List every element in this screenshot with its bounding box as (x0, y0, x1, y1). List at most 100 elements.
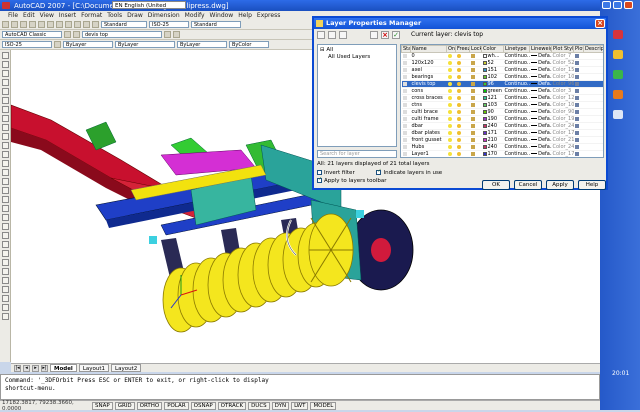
layer-row[interactable]: culti brace 90 Continuo... Defa...Color_90 (401, 108, 603, 116)
last-tab-icon[interactable]: ▸| (41, 364, 48, 372)
layer-description[interactable] (583, 150, 603, 157)
column-header-freeze[interactable]: Freeze (455, 45, 470, 53)
layer-row[interactable]: Hubs 240 Continuo... Defa...Color_240 (401, 143, 603, 151)
layer-linetype[interactable]: Continuo... (503, 115, 530, 123)
layer-linetype[interactable]: Continuo... (503, 59, 530, 67)
sun-icon[interactable] (455, 143, 470, 151)
print-icon[interactable] (29, 21, 36, 28)
layer-description[interactable] (583, 52, 603, 60)
layer-description[interactable] (583, 59, 603, 67)
status-toggle-ducs[interactable]: DUCS (248, 401, 270, 410)
lock-icon[interactable] (469, 115, 482, 123)
ellipse-icon[interactable] (1, 133, 9, 140)
apply-to-toolbar-box[interactable] (317, 176, 322, 183)
search-layer-input[interactable]: Search for layer (317, 150, 397, 158)
printer-icon[interactable] (573, 94, 584, 102)
lock-icon[interactable] (469, 87, 482, 95)
help-button[interactable]: Help (578, 180, 606, 190)
bulb-icon[interactable] (446, 129, 456, 137)
column-header-linetype[interactable]: Linetype (503, 45, 530, 53)
status-toggle-polar[interactable]: POLAR (164, 401, 189, 410)
layer-linetype[interactable]: Continuo... (503, 87, 530, 95)
layer-color[interactable]: 102 (481, 73, 504, 81)
status-toggle-lwt[interactable]: LWT (291, 401, 309, 410)
invert-filter-box[interactable] (317, 170, 322, 175)
linetype-combo[interactable]: ByLayer (115, 41, 175, 48)
language-indicator[interactable]: EN English (United Kingdom) (112, 1, 186, 17)
printer-icon[interactable] (573, 66, 584, 74)
mtext-icon[interactable] (1, 214, 9, 221)
menu-tools[interactable]: Tools (107, 12, 122, 19)
sun-icon[interactable] (455, 80, 470, 88)
new-group-filter-icon[interactable] (328, 30, 336, 39)
bulb-icon[interactable] (446, 115, 456, 123)
layer-lineweight[interactable]: Defa... (529, 87, 552, 95)
text-style-combo[interactable]: Standard (101, 21, 147, 28)
region-icon[interactable] (1, 196, 9, 203)
layer-name[interactable]: 0 (410, 52, 447, 60)
column-header-descripti[interactable]: Descripti (583, 45, 603, 53)
sun-icon[interactable] (455, 150, 470, 157)
layer-name[interactable]: bearings (410, 73, 447, 81)
layer-lineweight[interactable]: Defa... (529, 80, 552, 88)
sun-icon[interactable] (455, 108, 470, 116)
layer-name[interactable]: clevis top (410, 80, 447, 88)
layer-row[interactable]: dbar 240 Continuo... Defa...Color_240 (401, 122, 603, 130)
printer-icon[interactable] (573, 73, 584, 81)
status-toggle-ortho[interactable]: ORTHO (136, 401, 163, 410)
xline-icon[interactable] (1, 61, 9, 68)
layer-name[interactable]: ctns (410, 101, 447, 109)
layer-lineweight[interactable]: Defa... (529, 150, 552, 157)
menu-express[interactable]: Express (257, 12, 280, 19)
bulb-icon[interactable] (446, 94, 456, 102)
layer-description[interactable] (583, 143, 603, 151)
column-header-lock[interactable]: Lock (469, 45, 482, 53)
lock-icon[interactable] (469, 73, 482, 81)
column-header-color[interactable]: Color (481, 45, 504, 53)
layer-states-icon[interactable] (339, 30, 347, 39)
layer-lineweight[interactable]: Defa... (529, 66, 552, 74)
table-style-combo[interactable]: Standard (191, 21, 241, 28)
layer-color[interactable]: green (481, 87, 504, 95)
delete-layer-icon[interactable]: × (381, 30, 389, 39)
sun-icon[interactable] (455, 73, 470, 81)
plot-style-combo[interactable]: ByColor (229, 41, 269, 48)
layer-lineweight[interactable]: Defa... (529, 136, 552, 144)
undo-icon[interactable] (65, 21, 72, 28)
bulb-icon[interactable] (446, 52, 456, 60)
move-icon[interactable] (1, 223, 9, 230)
printer-icon[interactable] (573, 136, 584, 144)
layer-color[interactable]: 151 (481, 66, 504, 74)
autocad-taskbar-icon[interactable] (613, 30, 623, 39)
layer-color[interactable]: 240 (481, 122, 504, 130)
lock-icon[interactable] (469, 66, 482, 74)
restore-button[interactable] (613, 1, 622, 9)
lock-icon[interactable] (469, 80, 482, 88)
layer-row[interactable]: culti frame 190 Continuo... Defa...Color_1… (401, 115, 603, 123)
color-combo[interactable]: ByLayer (63, 41, 113, 48)
point-icon[interactable] (1, 169, 9, 176)
status-toggle-snap[interactable]: SNAP (92, 401, 113, 410)
apply-button[interactable]: Apply (546, 180, 574, 190)
layer-lineweight[interactable]: Defa... (529, 143, 552, 151)
lock-icon[interactable] (469, 129, 482, 137)
layer-linetype[interactable]: Continuo... (503, 94, 530, 102)
bulb-icon[interactable] (446, 101, 456, 109)
layer-row[interactable]: cons greenContinuo... Defa...Color_3 (401, 87, 603, 95)
copy-icon[interactable] (1, 232, 9, 239)
new-layer-icon[interactable] (370, 30, 378, 39)
make-block-icon[interactable] (1, 160, 9, 167)
status-toggle-osnap[interactable]: OSNAP (190, 401, 216, 410)
dialog-close-icon[interactable]: × (595, 19, 605, 28)
workspace-combo[interactable]: AutoCAD Classic (2, 31, 62, 38)
layer-color[interactable]: 171 (481, 129, 504, 137)
tab-layout1[interactable]: Layout1 (78, 364, 110, 372)
next-tab-icon[interactable]: ▸ (32, 364, 39, 372)
menu-dimension[interactable]: Dimension (148, 12, 180, 19)
column-header-stat[interactable]: Stat (401, 45, 411, 53)
layer-row[interactable]: bearings 102 Continuo... Defa...Color_102 (401, 73, 603, 81)
layer-row[interactable]: 120x120 52 Continuo... Defa...Color_52 (401, 59, 603, 67)
polygon-icon[interactable] (1, 79, 9, 86)
layer-lineweight[interactable]: Defa... (529, 73, 552, 81)
spline-icon[interactable] (1, 124, 9, 131)
